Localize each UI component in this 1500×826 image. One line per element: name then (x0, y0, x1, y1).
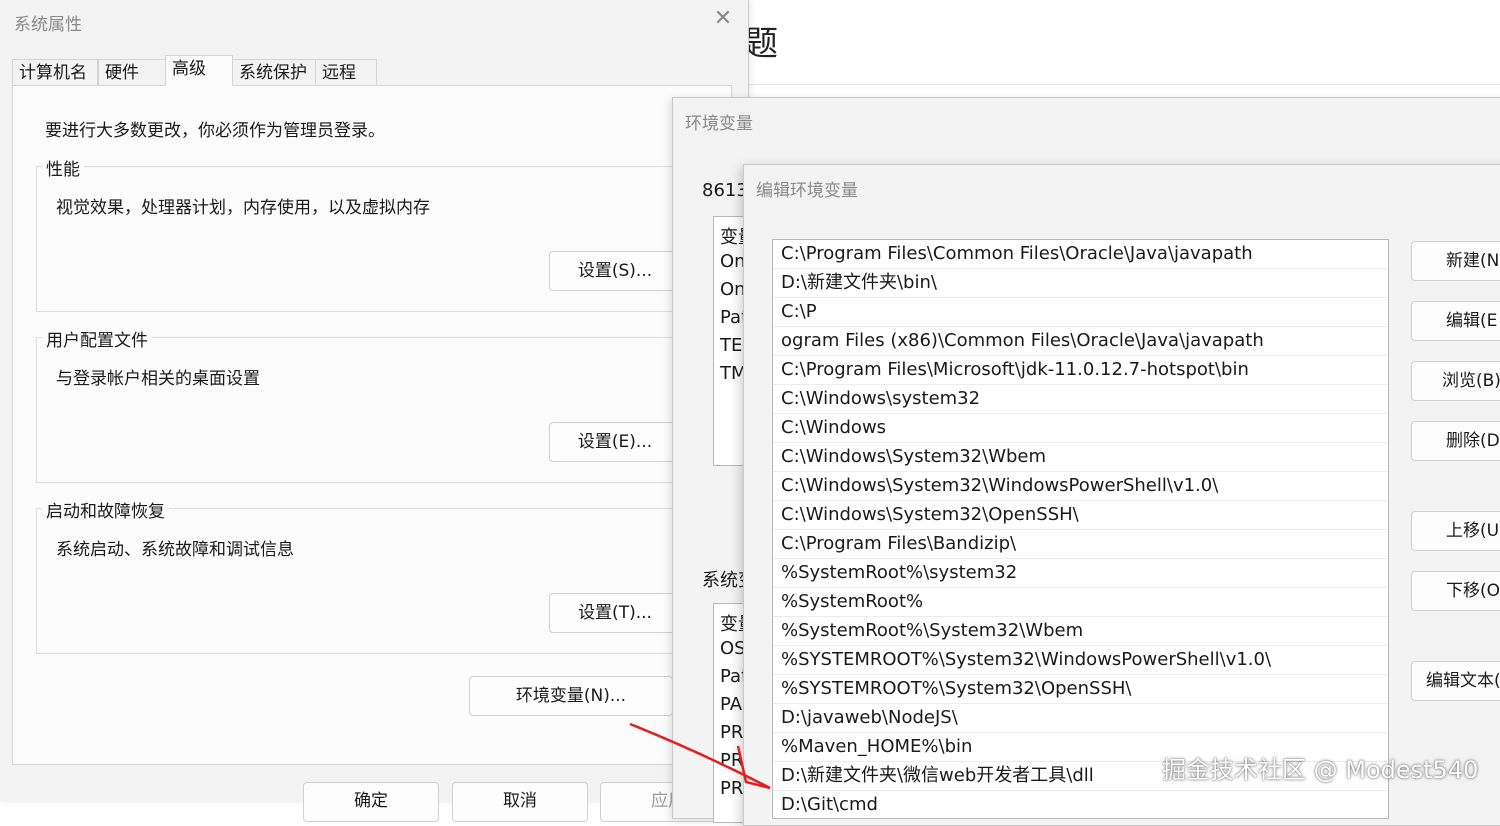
edit-text-button[interactable]: 编辑文本( (1411, 661, 1500, 701)
path-item[interactable]: %SystemRoot%\System32\Wbem (773, 617, 1388, 646)
path-item[interactable]: D:\新建文件夹\bin\ (773, 269, 1388, 298)
tab-advanced[interactable]: 高级 (165, 55, 233, 86)
list-item[interactable]: OS (720, 638, 746, 659)
startup-recovery-group: 系统启动、系统故障和调试信息 设置(T)... (36, 508, 716, 654)
path-item[interactable]: %SYSTEMROOT%\System32\OpenSSH\ (773, 675, 1388, 704)
delete-button[interactable]: 删除(D (1411, 421, 1500, 461)
admin-note: 要进行大多数更改，你必须作为管理员登录。 (45, 121, 385, 141)
annotation-arrow-icon (629, 722, 771, 790)
path-item[interactable]: %SYSTEMROOT%\System32\WindowsPowerShell\… (773, 646, 1388, 675)
list-item[interactable]: On (720, 279, 746, 300)
performance-label: 性能 (42, 155, 84, 180)
user-profiles-label: 用户配置文件 (42, 326, 152, 351)
user-variables-label: 8613 (702, 180, 748, 201)
close-icon[interactable]: ✕ (712, 8, 734, 30)
path-item[interactable]: C:\Windows\System32\OpenSSH\ (773, 501, 1388, 530)
path-item[interactable]: %SystemRoot%\system32 (773, 559, 1388, 588)
path-item[interactable]: C:\Windows\system32 (773, 385, 1388, 414)
tab-hardware[interactable]: 硬件 (98, 59, 166, 85)
edit-button[interactable]: 编辑(E (1411, 301, 1500, 341)
browse-button[interactable]: 浏览(B) (1411, 361, 1500, 401)
path-item[interactable]: C:\Program Files\Microsoft\jdk-11.0.12.7… (773, 356, 1388, 385)
background-divider (748, 84, 1500, 85)
cancel-button[interactable]: 取消 (452, 782, 588, 822)
move-up-button[interactable]: 上移(U (1411, 511, 1500, 551)
background-heading: 题 (744, 24, 778, 64)
ok-button[interactable]: 确定 (303, 782, 439, 822)
path-item[interactable]: ogram Files (x86)\Common Files\Oracle\Ja… (773, 327, 1388, 356)
move-down-button[interactable]: 下移(O (1411, 571, 1500, 611)
startup-recovery-label: 启动和故障恢复 (42, 497, 169, 522)
tab-remote[interactable]: 远程 (315, 59, 377, 85)
path-item[interactable]: C:\Windows\System32\WindowsPowerShell\v1… (773, 472, 1388, 501)
edit-dialog-title: 编辑环境变量 (756, 181, 858, 201)
list-item[interactable]: On (720, 251, 746, 272)
path-item[interactable]: C:\Windows (773, 414, 1388, 443)
startup-recovery-settings-button[interactable]: 设置(T)... (549, 593, 681, 633)
environment-variables-button[interactable]: 环境变量(N)... (469, 676, 673, 716)
path-item[interactable]: %SystemRoot% (773, 588, 1388, 617)
edit-environment-variable-dialog: 编辑环境变量 C:\Program Files\Common Files\Ora… (743, 164, 1500, 826)
performance-settings-button[interactable]: 设置(S)... (549, 251, 681, 291)
path-item[interactable]: D:\Git\cmd (773, 791, 1388, 818)
new-button[interactable]: 新建(N (1411, 241, 1500, 281)
advanced-tab-panel: 要进行大多数更改，你必须作为管理员登录。 视觉效果，处理器计划，内存使用，以及虚… (12, 85, 732, 765)
tab-computer-name[interactable]: 计算机名 (12, 59, 98, 85)
path-item[interactable]: C:\Program Files\Common Files\Oracle\Jav… (773, 240, 1388, 269)
path-list[interactable]: C:\Program Files\Common Files\Oracle\Jav… (772, 239, 1389, 819)
dialog-title: 系统属性 (14, 15, 82, 35)
user-profiles-group: 与登录帐户相关的桌面设置 设置(E)... (36, 337, 716, 483)
performance-group: 视觉效果，处理器计划，内存使用，以及虚拟内存 设置(S)... (36, 166, 716, 312)
path-item[interactable]: D:\javaweb\NodeJS\ (773, 704, 1388, 733)
path-item[interactable]: C:\Windows\System32\Wbem (773, 443, 1388, 472)
path-item[interactable]: C:\Program Files\Bandizip\ (773, 530, 1388, 559)
env-dialog-title: 环境变量 (685, 114, 753, 134)
user-profiles-desc: 与登录帐户相关的桌面设置 (56, 369, 260, 389)
performance-desc: 视觉效果，处理器计划，内存使用，以及虚拟内存 (56, 198, 430, 218)
system-properties-dialog: 系统属性 ✕ 计算机名 硬件 高级 系统保护 远程 要进行大多数更改，你必须作为… (0, 0, 749, 822)
tab-system-protection[interactable]: 系统保护 (232, 59, 316, 85)
startup-recovery-desc: 系统启动、系统故障和调试信息 (56, 540, 294, 560)
watermark: 掘金技术社区 @ Modest540 (1162, 756, 1479, 784)
user-profiles-settings-button[interactable]: 设置(E)... (549, 422, 681, 462)
path-item[interactable]: C:\P (773, 298, 1388, 327)
